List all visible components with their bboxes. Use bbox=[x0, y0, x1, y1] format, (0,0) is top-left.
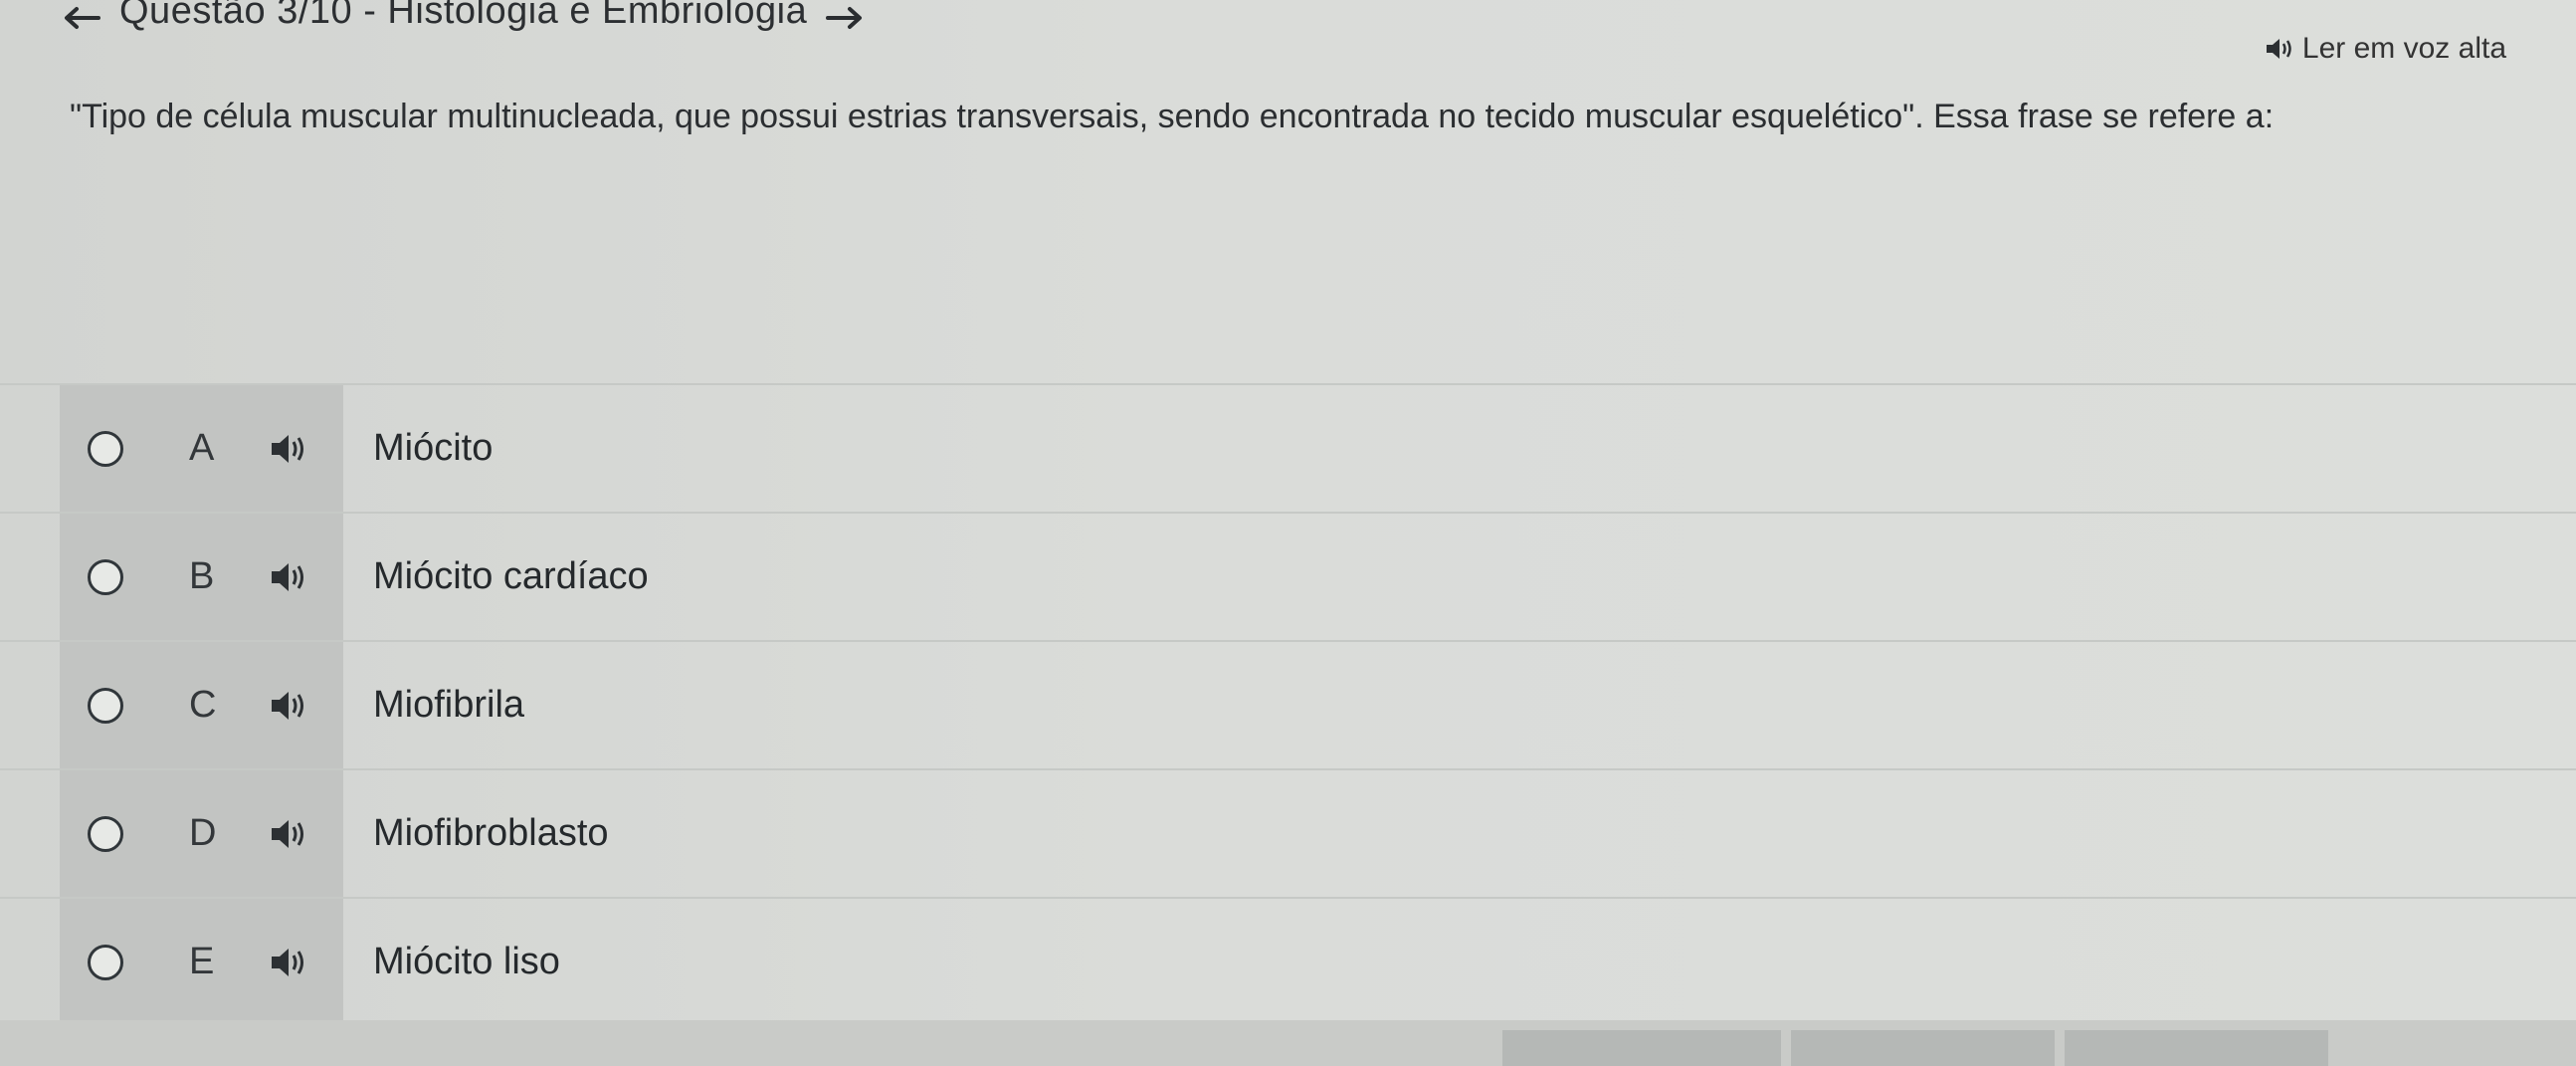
speaker-icon bbox=[2265, 37, 2294, 61]
arrow-left-icon[interactable] bbox=[60, 3, 101, 33]
option-letter: A bbox=[189, 427, 215, 469]
radio-button[interactable] bbox=[88, 944, 123, 980]
option-b[interactable]: B Miócito cardíaco bbox=[0, 512, 2576, 640]
speaker-icon[interactable] bbox=[269, 432, 310, 466]
page: Questão 3/10 - Histologia e Embriologia … bbox=[0, 0, 2576, 1066]
speaker-icon[interactable] bbox=[269, 689, 310, 723]
page-title: Questão 3/10 - Histologia e Embriologia bbox=[119, 0, 808, 32]
option-a[interactable]: A Miócito bbox=[0, 383, 2576, 512]
bottom-tab[interactable] bbox=[1502, 1030, 1781, 1066]
header: Questão 3/10 - Histologia e Embriologia bbox=[60, 0, 867, 36]
radio-button[interactable] bbox=[88, 430, 123, 467]
bottom-tab[interactable] bbox=[1791, 1030, 2055, 1066]
option-text: Miofibrila bbox=[373, 684, 525, 726]
speaker-icon[interactable] bbox=[269, 817, 310, 851]
option-text: Miofibroblasto bbox=[373, 812, 609, 854]
bottom-tab[interactable] bbox=[2065, 1030, 2328, 1066]
option-text: Miócito bbox=[373, 427, 494, 469]
option-letter: B bbox=[189, 555, 215, 597]
radio-button[interactable] bbox=[88, 815, 123, 852]
speaker-icon[interactable] bbox=[269, 946, 310, 979]
option-d[interactable]: D Miofibroblasto bbox=[0, 768, 2576, 897]
option-letter: E bbox=[189, 941, 215, 982]
options-list: A Miócito B Miócito cardíaco C Miofibril… bbox=[0, 383, 2576, 1027]
option-c[interactable]: C Miofibrila bbox=[0, 640, 2576, 768]
arrow-right-icon[interactable] bbox=[825, 3, 867, 33]
option-letter: D bbox=[189, 812, 217, 854]
option-letter: C bbox=[189, 684, 217, 726]
radio-button[interactable] bbox=[88, 687, 123, 724]
question-text: "Tipo de célula muscular multinucleada, … bbox=[70, 98, 2275, 135]
read-aloud-label: Ler em voz alta bbox=[2301, 32, 2506, 65]
read-aloud-button[interactable]: Ler em voz alta bbox=[2265, 32, 2506, 66]
option-e[interactable]: E Miócito liso bbox=[0, 897, 2576, 1027]
option-text: Miócito cardíaco bbox=[373, 555, 649, 597]
speaker-icon[interactable] bbox=[269, 560, 310, 594]
option-text: Miócito liso bbox=[373, 941, 560, 982]
radio-button[interactable] bbox=[88, 558, 123, 595]
